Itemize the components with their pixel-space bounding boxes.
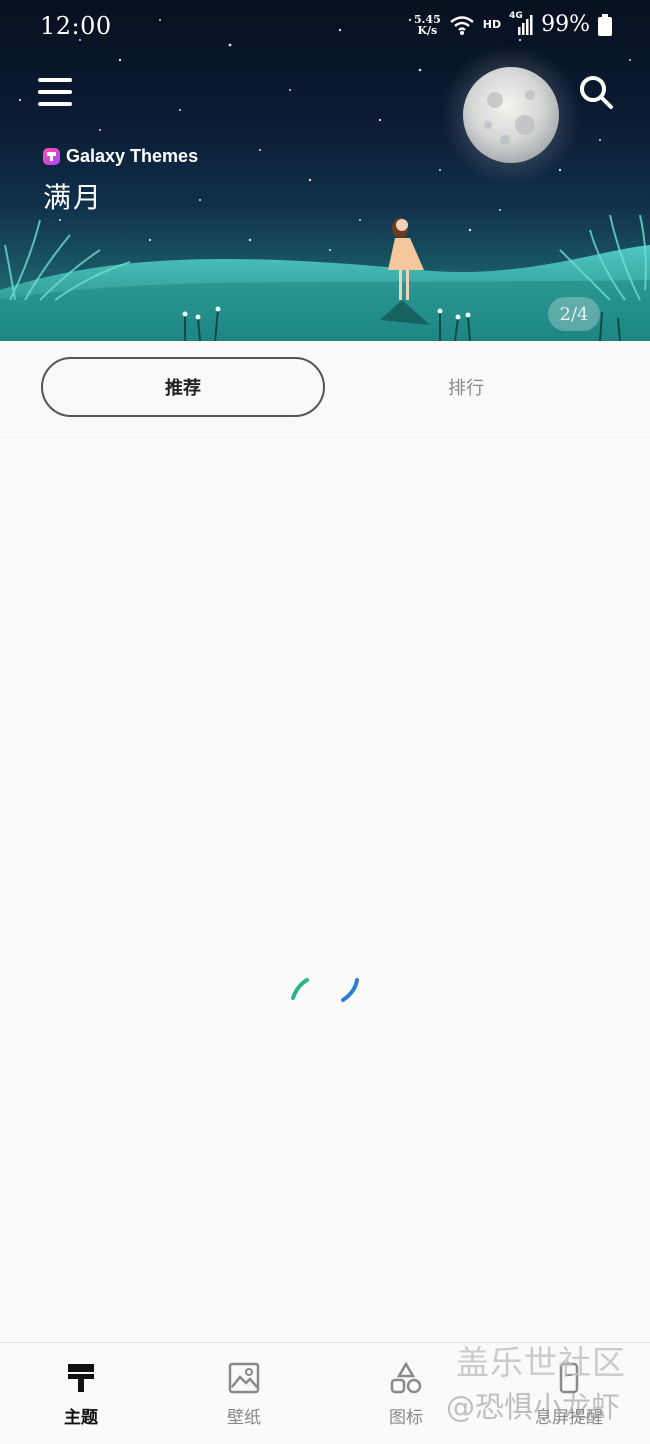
battery-percent: 99% [541,12,590,37]
nav-wallpapers[interactable]: 壁纸 [194,1361,294,1428]
status-bar: 12:00 5.45 K/s HD 4G 99% [0,0,650,56]
wifi-icon [449,15,474,35]
net-speed-value: 5.45 [413,12,441,26]
tab-recommended[interactable]: 推荐 [41,357,325,417]
menu-icon-bar [38,102,72,106]
status-icons: 5.45 K/s HD 4G 99% [414,11,612,37]
battery-icon [598,13,612,36]
nav-label-themes: 主题 [64,1408,98,1428]
hd-indicator: HD [482,18,502,31]
loading-spinner [291,978,359,1002]
menu-button[interactable] [38,78,72,108]
menu-icon-bar [38,90,72,94]
watermark-author: @恐惧小龙虾 [446,1390,621,1424]
signal-icon: 4G [509,11,533,37]
brand: Galaxy Themes [43,146,198,167]
shapes-icon [390,1361,422,1394]
paint-brush-icon [68,1364,94,1392]
content-area [0,437,650,1342]
category-tabs: 推荐 排行 [0,341,650,437]
search-icon[interactable] [578,74,614,110]
nav-themes[interactable]: 主题 [31,1361,131,1428]
net-speed-unit: K/s [417,23,438,37]
image-icon [228,1362,260,1394]
nav-label-wallpapers: 壁纸 [227,1408,261,1428]
menu-icon-bar [38,78,72,82]
nav-label-icons: 图标 [389,1408,423,1428]
brand-name: Galaxy Themes [66,146,199,166]
theme-banner[interactable]: 12:00 5.45 K/s HD 4G 99% Galaxy Themes 满… [0,0,650,341]
watermark-community: 盖乐世社区 [456,1343,626,1382]
tab-ranking[interactable]: 排行 [324,357,608,417]
galaxy-themes-logo [43,148,60,165]
banner-page-indicator: 2/4 [548,297,600,331]
theme-title: 满月 [43,181,104,214]
nav-icons[interactable]: 图标 [356,1361,456,1428]
status-time: 12:00 [40,12,112,40]
network-speed: 5.45 K/s [414,14,441,36]
